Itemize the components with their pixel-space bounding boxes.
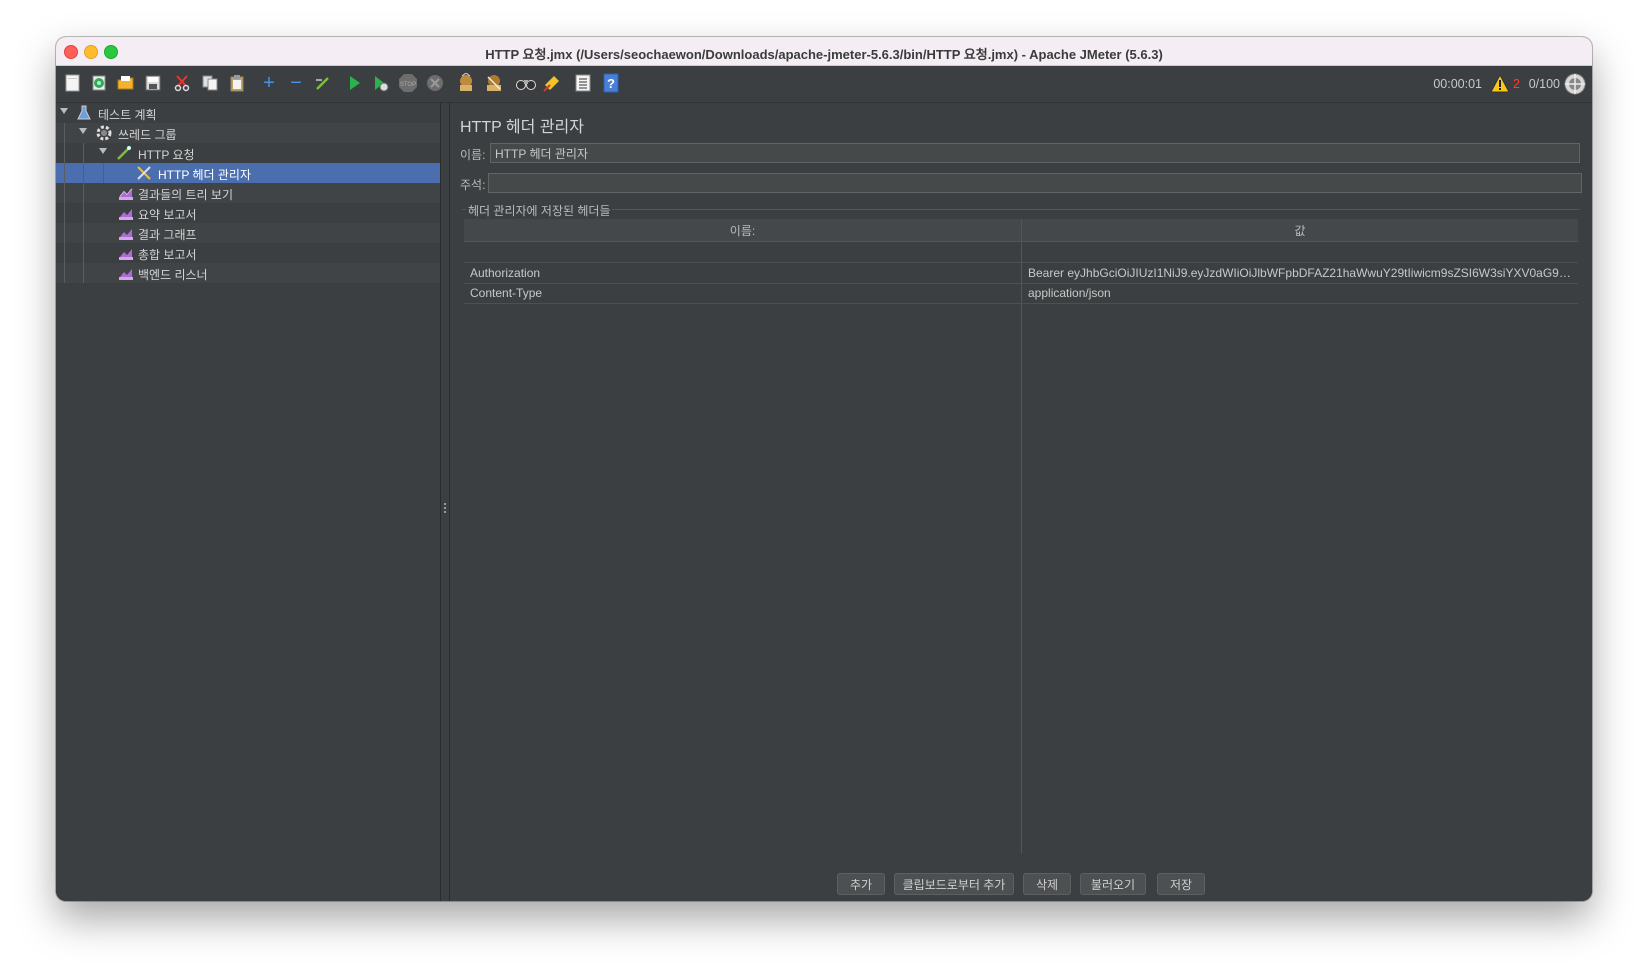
- help-icon[interactable]: ?: [601, 73, 621, 93]
- toolbar: + − STOP ? 00:00:01 2 0/100: [56, 66, 1592, 103]
- tree-item-label: HTTP 헤더 관리자: [158, 168, 251, 182]
- chart-icon: [118, 245, 134, 261]
- header-name-cell[interactable]: Authorization: [470, 266, 1015, 280]
- error-count: 2: [1513, 77, 1520, 91]
- chart-icon: [118, 185, 134, 201]
- tree-item-label: 총합 보고서: [138, 248, 197, 262]
- tree-item-label: HTTP 요청: [138, 148, 195, 162]
- save-button[interactable]: 저장: [1157, 873, 1205, 895]
- tree-item-label: 테스트 계획: [98, 108, 157, 122]
- column-header-value[interactable]: 값: [1022, 219, 1578, 242]
- tree-item-summary-report[interactable]: 요약 보고서: [56, 203, 440, 223]
- name-input[interactable]: [490, 143, 1580, 163]
- name-label: 이름:: [460, 148, 486, 162]
- header-name-cell[interactable]: Content-Type: [470, 286, 1015, 300]
- tools-icon: [136, 165, 152, 181]
- tree-item-label: 쓰레드 그룹: [118, 128, 177, 142]
- add-from-clipboard-button[interactable]: 클립보드로부터 추가: [894, 873, 1014, 895]
- headers-table[interactable]: 이름: 값 Authorization Bearer eyJhbGciOiJIU…: [464, 219, 1578, 853]
- cut-icon[interactable]: [172, 73, 192, 93]
- table-row[interactable]: Authorization Bearer eyJhbGciOiJIUzI1NiJ…: [464, 263, 1578, 284]
- delete-button[interactable]: 삭제: [1023, 873, 1071, 895]
- gear-icon: [96, 125, 112, 141]
- function-helper-icon[interactable]: [573, 73, 593, 93]
- flask-icon: [76, 105, 92, 121]
- tree-item-backend-listener[interactable]: 백엔드 리스너: [56, 263, 440, 283]
- header-value-cell[interactable]: application/json: [1028, 286, 1573, 300]
- chart-icon: [118, 225, 134, 241]
- new-icon[interactable]: [63, 73, 83, 93]
- splitter-grip[interactable]: [444, 503, 446, 515]
- chart-icon: [118, 205, 134, 221]
- svg-text:?: ?: [607, 76, 615, 91]
- tree-item-test-plan[interactable]: 테스트 계획: [56, 103, 440, 123]
- paste-icon[interactable]: [227, 73, 247, 93]
- warning-icon[interactable]: [1490, 73, 1510, 94]
- jmeter-window: HTTP 요청.jmx (/Users/seochaewon/Downloads…: [56, 37, 1592, 901]
- shutdown-icon[interactable]: [425, 73, 445, 93]
- tree-item-label: 결과들의 트리 보기: [138, 188, 233, 202]
- collapse-toggle-icon[interactable]: [79, 128, 87, 134]
- tree-item-http-request[interactable]: HTTP 요청: [56, 143, 440, 163]
- comment-label: 주석:: [460, 178, 486, 192]
- column-header-name[interactable]: 이름:: [464, 219, 1021, 242]
- header-manager-panel: HTTP 헤더 관리자 이름: 주석: 헤더 관리자에 저장된 헤더들 이름: …: [450, 103, 1592, 901]
- tree-guide-line: [83, 143, 84, 283]
- tree-item-label: 요약 보고서: [138, 208, 197, 222]
- tree-item-aggregate-report[interactable]: 총합 보고서: [56, 243, 440, 263]
- test-plan-tree: 테스트 계획 쓰레드 그룹 HTTP 요청 HTTP 헤더 관리자 결과들의 트…: [56, 103, 441, 901]
- start-no-timers-icon[interactable]: [370, 73, 390, 93]
- tree-item-http-header-manager[interactable]: HTTP 헤더 관리자: [56, 163, 440, 183]
- load-button[interactable]: 불러오기: [1080, 873, 1146, 895]
- svg-text:STOP: STOP: [400, 82, 416, 88]
- collapse-toggle-icon[interactable]: [60, 108, 68, 114]
- tree-guide-line: [64, 123, 65, 283]
- pane-splitter[interactable]: [441, 103, 450, 901]
- active-threads: 0/100: [1528, 77, 1560, 91]
- group-border: [462, 209, 1580, 210]
- reset-search-icon[interactable]: [542, 73, 562, 93]
- copy-icon[interactable]: [200, 73, 220, 93]
- title-bar: HTTP 요청.jmx (/Users/seochaewon/Downloads…: [56, 37, 1592, 66]
- collapse-toggle-icon[interactable]: [99, 148, 107, 154]
- clear-all-icon[interactable]: [484, 73, 504, 93]
- expand-icon[interactable]: +: [259, 72, 279, 94]
- clear-icon[interactable]: [456, 73, 476, 93]
- start-icon[interactable]: [344, 73, 364, 93]
- remote-engine-icon[interactable]: [1564, 73, 1586, 95]
- tree-item-view-results-tree[interactable]: 결과들의 트리 보기: [56, 183, 440, 203]
- toggle-icon[interactable]: [313, 73, 333, 93]
- open-icon[interactable]: [116, 73, 136, 93]
- button-bar: 추가 클립보드로부터 추가 삭제 불러오기 저장: [450, 873, 1592, 899]
- collapse-icon[interactable]: −: [286, 72, 306, 94]
- column-divider: [1021, 219, 1022, 853]
- tree-item-thread-group[interactable]: 쓰레드 그룹: [56, 123, 440, 143]
- add-button[interactable]: 추가: [837, 873, 885, 895]
- tree-guide-line: [103, 163, 104, 183]
- table-row[interactable]: Content-Type application/json: [464, 283, 1578, 304]
- tree-item-label: 백엔드 리스너: [138, 268, 208, 282]
- stop-icon[interactable]: STOP: [398, 73, 418, 93]
- save-icon[interactable]: [143, 73, 163, 93]
- header-value-cell[interactable]: Bearer eyJhbGciOiJIUzI1NiJ9.eyJzdWIiOiJl…: [1028, 266, 1573, 280]
- pipette-icon: [116, 145, 132, 161]
- chart-icon: [118, 265, 134, 281]
- elapsed-timer: 00:00:01: [1433, 77, 1482, 91]
- window-title: HTTP 요청.jmx (/Users/seochaewon/Downloads…: [485, 47, 1163, 62]
- headers-group-title: 헤더 관리자에 저장된 헤더들: [466, 202, 613, 219]
- tree-item-graph-results[interactable]: 결과 그래프: [56, 223, 440, 243]
- search-icon[interactable]: [516, 73, 536, 93]
- templates-icon[interactable]: [89, 73, 109, 93]
- comment-input[interactable]: [488, 173, 1582, 193]
- tree-item-label: 결과 그래프: [138, 228, 197, 242]
- table-row[interactable]: [464, 242, 1578, 263]
- panel-title: HTTP 헤더 관리자: [460, 119, 584, 136]
